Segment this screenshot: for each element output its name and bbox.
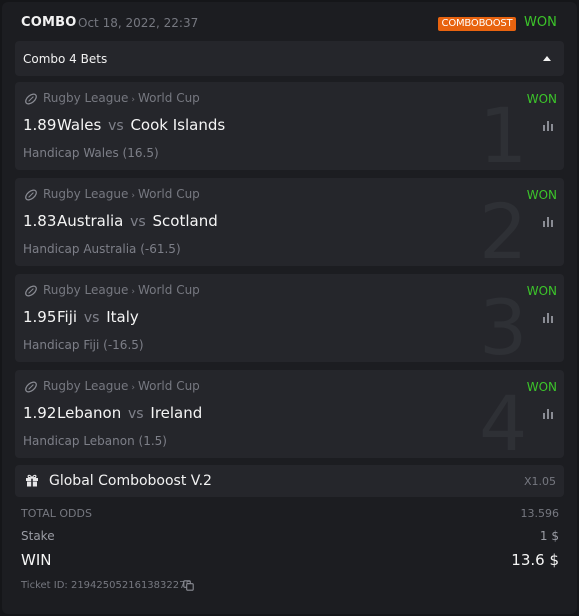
bet-item[interactable]: Rugby League › World Cup WON 1.95 Fiji vs … bbox=[15, 274, 564, 362]
bet-sport-path[interactable]: Rugby League › World Cup bbox=[43, 91, 200, 105]
bet-market: Handicap Wales (16.5) bbox=[23, 146, 159, 160]
bet-index: 3 bbox=[479, 283, 528, 363]
combo-label: Combo 4 Bets bbox=[23, 52, 108, 66]
vs-label: vs bbox=[108, 118, 124, 134]
combo-toggle[interactable]: Combo 4 Bets bbox=[15, 41, 564, 76]
bet-event[interactable]: Wales vs Cook Islands bbox=[57, 116, 225, 134]
bet-item[interactable]: Rugby League › World Cup WON 1.92 Lebanon … bbox=[15, 370, 564, 458]
home-team: Lebanon bbox=[57, 404, 122, 422]
comboboost-badge: COMBOBOOST bbox=[438, 17, 516, 31]
bet-result: WON bbox=[526, 380, 557, 394]
ticket-status: WON bbox=[524, 15, 557, 30]
rugby-ball-icon bbox=[25, 93, 37, 105]
bet-result: WON bbox=[526, 92, 557, 106]
bet-result: WON bbox=[526, 188, 557, 202]
away-team: Scotland bbox=[152, 212, 218, 230]
home-team: Australia bbox=[57, 212, 124, 230]
bet-sport-path[interactable]: Rugby League › World Cup bbox=[43, 283, 200, 297]
gift-icon bbox=[26, 474, 38, 487]
league-name: World Cup bbox=[137, 283, 200, 297]
chevron-right-icon: › bbox=[131, 287, 135, 297]
away-team: Italy bbox=[106, 308, 139, 326]
league-name: World Cup bbox=[137, 187, 200, 201]
chevron-right-icon: › bbox=[131, 383, 135, 393]
rugby-ball-icon bbox=[25, 285, 37, 297]
stake-value: 1 $ bbox=[539, 529, 559, 543]
sport-name: Rugby League bbox=[43, 187, 129, 201]
bet-index: 2 bbox=[479, 187, 528, 267]
bet-date: Oct 18, 2022, 22:37 bbox=[78, 16, 199, 30]
stats-icon[interactable] bbox=[542, 409, 554, 419]
rugby-ball-icon bbox=[25, 189, 37, 201]
bet-ticket-card: COMBO Oct 18, 2022, 22:37 COMBOBOOST WON… bbox=[2, 2, 577, 614]
bet-odds: 1.89 bbox=[23, 116, 57, 134]
sport-name: Rugby League bbox=[43, 283, 129, 297]
chevron-right-icon: › bbox=[131, 95, 135, 105]
bet-index: 1 bbox=[479, 91, 528, 171]
bet-odds: 1.92 bbox=[23, 404, 57, 422]
total-odds-label: TOTAL ODDS bbox=[21, 507, 92, 520]
bet-event[interactable]: Fiji vs Italy bbox=[57, 308, 139, 326]
copy-icon[interactable] bbox=[183, 580, 194, 591]
rugby-ball-icon bbox=[25, 381, 37, 393]
bet-odds: 1.95 bbox=[23, 308, 57, 326]
ticket-header: COMBO Oct 18, 2022, 22:37 COMBOBOOST WON bbox=[2, 2, 577, 44]
win-label: WIN bbox=[21, 551, 52, 569]
home-team: Wales bbox=[57, 116, 102, 134]
away-team: Ireland bbox=[150, 404, 203, 422]
bet-event[interactable]: Australia vs Scotland bbox=[57, 212, 218, 230]
sport-name: Rugby League bbox=[43, 379, 129, 393]
total-odds-value: 13.596 bbox=[520, 507, 560, 520]
win-value: 13.6 $ bbox=[511, 551, 559, 569]
stats-icon[interactable] bbox=[542, 217, 554, 227]
bet-item[interactable]: Rugby League › World Cup WON 1.89 Wales vs… bbox=[15, 82, 564, 170]
bet-market: Handicap Fiji (-16.5) bbox=[23, 338, 144, 352]
bet-index: 4 bbox=[479, 379, 528, 459]
bet-result: WON bbox=[526, 284, 557, 298]
bet-type-label: COMBO bbox=[21, 15, 77, 30]
sport-name: Rugby League bbox=[43, 91, 129, 105]
comboboost-multiplier: X1.05 bbox=[523, 475, 556, 488]
bet-odds: 1.83 bbox=[23, 212, 57, 230]
away-team: Cook Islands bbox=[130, 116, 226, 134]
comboboost-label: Global Comboboost V.2 bbox=[49, 473, 212, 489]
stake-label: Stake bbox=[21, 529, 55, 543]
comboboost-row: Global Comboboost V.2 X1.05 bbox=[15, 465, 564, 497]
caret-up-icon[interactable] bbox=[543, 56, 551, 61]
vs-label: vs bbox=[83, 310, 100, 326]
home-team: Fiji bbox=[57, 308, 78, 326]
league-name: World Cup bbox=[137, 91, 200, 105]
stats-icon[interactable] bbox=[542, 313, 554, 323]
league-name: World Cup bbox=[137, 379, 200, 393]
vs-label: vs bbox=[130, 214, 146, 230]
stats-icon[interactable] bbox=[542, 121, 554, 131]
vs-label: vs bbox=[128, 406, 144, 422]
bet-market: Handicap Lebanon (1.5) bbox=[23, 434, 167, 448]
bet-item[interactable]: Rugby League › World Cup WON 1.83 Australi… bbox=[15, 178, 564, 266]
bet-sport-path[interactable]: Rugby League › World Cup bbox=[43, 187, 200, 201]
bet-event[interactable]: Lebanon vs Ireland bbox=[57, 404, 202, 422]
bet-sport-path[interactable]: Rugby League › World Cup bbox=[43, 379, 200, 393]
bet-market: Handicap Australia (-61.5) bbox=[23, 242, 181, 256]
ticket-id: Ticket ID: 2194250521613832275 bbox=[21, 580, 192, 591]
chevron-right-icon: › bbox=[131, 191, 135, 201]
